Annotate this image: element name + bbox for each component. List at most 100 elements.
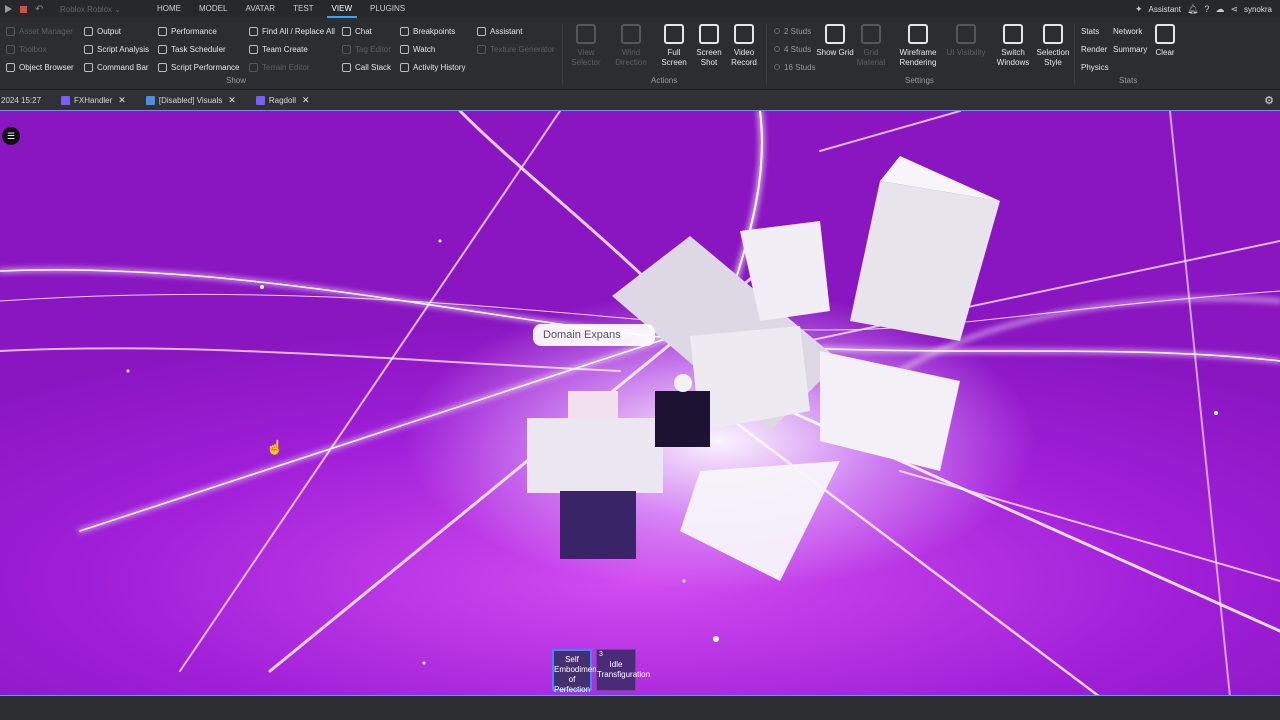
switch-windows-button[interactable]: Switch Windows xyxy=(992,24,1034,68)
view-selector-label: View Selector xyxy=(571,48,601,67)
stats-button[interactable]: Stats xyxy=(1081,22,1109,40)
place-dropdown[interactable]: Roblox Roblox ⌄ xyxy=(58,5,148,14)
render-button[interactable]: Render xyxy=(1081,40,1109,58)
video-record-button[interactable]: Video Record xyxy=(725,24,763,68)
game-viewport[interactable]: ☰ Domain Expans ☝ Self Embodiment of Per… xyxy=(0,110,1280,696)
ui-visibility-button[interactable]: UI Visibility xyxy=(944,24,988,58)
grid-icon xyxy=(825,24,845,44)
script-performance-icon xyxy=(158,62,167,72)
tab-visuals[interactable]: [Disabled] Visuals ✕ xyxy=(136,90,246,110)
menu-plugins[interactable]: PLUGINS xyxy=(361,0,414,18)
chat-button[interactable]: Chat xyxy=(342,22,391,40)
video-record-label: Video Record xyxy=(731,48,757,67)
tab-ragdoll[interactable]: Ragdoll ✕ xyxy=(246,90,320,110)
gear-icon[interactable]: ⚙ xyxy=(1264,94,1274,107)
script-performance-button[interactable]: Script Performance xyxy=(158,58,239,76)
asset-manager-button[interactable]: Asset Manager xyxy=(6,22,74,40)
stop-icon[interactable] xyxy=(20,5,27,13)
asset-manager-icon xyxy=(6,26,15,36)
physics-button[interactable]: Physics xyxy=(1081,58,1109,76)
show-grid-button[interactable]: Show Grid xyxy=(816,24,854,58)
script-analysis-label: Script Analysis xyxy=(97,44,150,54)
menu-test[interactable]: TEST xyxy=(284,0,322,18)
activity-history-button[interactable]: Activity History xyxy=(400,58,465,76)
tab-place[interactable]: 2024 15:27 xyxy=(0,90,51,110)
call-stack-button[interactable]: Call Stack xyxy=(342,58,391,76)
object-browser-icon xyxy=(6,62,15,72)
place-dropdown-label: Roblox Roblox xyxy=(60,4,113,14)
assistant-link[interactable]: Assistant xyxy=(1149,5,1181,14)
find-all-button[interactable]: Find All / Replace All xyxy=(249,22,335,40)
summary-button[interactable]: Summary xyxy=(1113,40,1147,58)
show-group-label: Show xyxy=(226,76,247,85)
terrain-editor-button[interactable]: Terrain Editor xyxy=(249,58,335,76)
chat-icon[interactable]: ☰ xyxy=(2,127,20,145)
two-studs-option[interactable]: 2 Studs xyxy=(774,22,816,40)
hotbar-slot-number: 3 xyxy=(599,651,603,658)
team-create-label: Team Create xyxy=(262,44,308,54)
bell-icon[interactable]: 🔔︎ xyxy=(1187,4,1198,15)
hotbar-slot-1[interactable]: Self Embodiment of Perfection xyxy=(552,649,599,694)
toolbox-label: Toolbox xyxy=(19,44,47,54)
performance-icon xyxy=(158,26,167,36)
screen-shot-label: Screen Shot xyxy=(696,48,722,67)
command-bar-button[interactable]: Command Bar xyxy=(84,58,149,76)
hotbar-slot-2[interactable]: 3 Idle Transfiguration xyxy=(596,649,650,691)
object-browser-button[interactable]: Object Browser xyxy=(6,58,74,76)
play-icon[interactable] xyxy=(5,5,12,13)
status-bar xyxy=(0,697,1280,720)
asset-manager-label: Asset Manager xyxy=(19,26,73,36)
tab-fxhandler[interactable]: FXHandler ✕ xyxy=(51,90,136,110)
tab-label: FXHandler xyxy=(74,95,113,105)
four-studs-option[interactable]: 4 Studs xyxy=(774,40,816,58)
network-button[interactable]: Network xyxy=(1113,22,1147,40)
sixteen-studs-option[interactable]: 16 Studs xyxy=(774,58,816,76)
grid-material-button[interactable]: Grid Material xyxy=(852,24,890,68)
clear-stats-button[interactable]: Clear xyxy=(1146,24,1184,58)
selection-icon xyxy=(1043,24,1063,44)
menu-home[interactable]: HOME xyxy=(148,0,190,18)
screen-shot-button[interactable]: Screen Shot xyxy=(690,24,728,68)
breakpoints-button[interactable]: Breakpoints xyxy=(400,22,465,40)
close-icon[interactable]: ✕ xyxy=(228,95,236,106)
view-selector-button[interactable]: View Selector xyxy=(567,24,605,68)
pointer-hand-icon: ☝ xyxy=(266,439,284,455)
menu-view[interactable]: VIEW xyxy=(323,0,361,18)
stats-col-1: Stats Render Physics xyxy=(1081,22,1109,76)
wind-direction-button[interactable]: Wind Direction xyxy=(612,24,650,68)
team-create-icon xyxy=(249,44,258,54)
selection-style-button[interactable]: Selection Style xyxy=(1034,24,1072,68)
video-camera-icon xyxy=(734,24,754,44)
topbar-right: ✦ Assistant 🔔︎ ? ☁ ⋖ synokra xyxy=(1135,0,1272,18)
output-button[interactable]: Output xyxy=(84,22,149,40)
full-screen-button[interactable]: Full Screen xyxy=(655,24,693,68)
script-performance-label: Script Performance xyxy=(171,62,240,72)
menu-avatar[interactable]: AVATAR xyxy=(236,0,284,18)
close-icon[interactable]: ✕ xyxy=(302,95,310,106)
menu-model[interactable]: MODEL xyxy=(190,0,236,18)
separator xyxy=(562,24,563,84)
texture-generator-icon xyxy=(477,44,486,54)
assistant-button[interactable]: Assistant xyxy=(477,22,554,40)
tab-label: Ragdoll xyxy=(268,95,296,105)
wireframe-rendering-button[interactable]: Wireframe Rendering xyxy=(894,24,942,68)
task-scheduler-button[interactable]: Task Scheduler xyxy=(158,40,239,58)
share-icon[interactable]: ⋖ xyxy=(1230,4,1238,15)
energy-beams xyxy=(0,111,1280,695)
texture-generator-button[interactable]: Texture Generator xyxy=(477,40,554,58)
undo-icon[interactable]: ↶ xyxy=(35,4,43,15)
script-analysis-button[interactable]: Script Analysis xyxy=(84,40,149,58)
team-create-button[interactable]: Team Create xyxy=(249,40,335,58)
watch-button[interactable]: Watch xyxy=(400,40,465,58)
close-icon[interactable]: ✕ xyxy=(118,95,126,106)
performance-label: Performance xyxy=(171,26,217,36)
help-icon[interactable]: ? xyxy=(1204,4,1209,14)
task-scheduler-label: Task Scheduler xyxy=(171,44,226,54)
username[interactable]: synokra xyxy=(1244,5,1272,14)
tag-editor-button[interactable]: Tag Editor xyxy=(342,40,391,58)
performance-button[interactable]: Performance xyxy=(158,22,239,40)
toolbox-button[interactable]: Toolbox xyxy=(6,40,74,58)
radio-icon xyxy=(774,46,780,52)
chat-label: Chat xyxy=(355,26,372,36)
cloud-icon[interactable]: ☁ xyxy=(1215,4,1224,15)
